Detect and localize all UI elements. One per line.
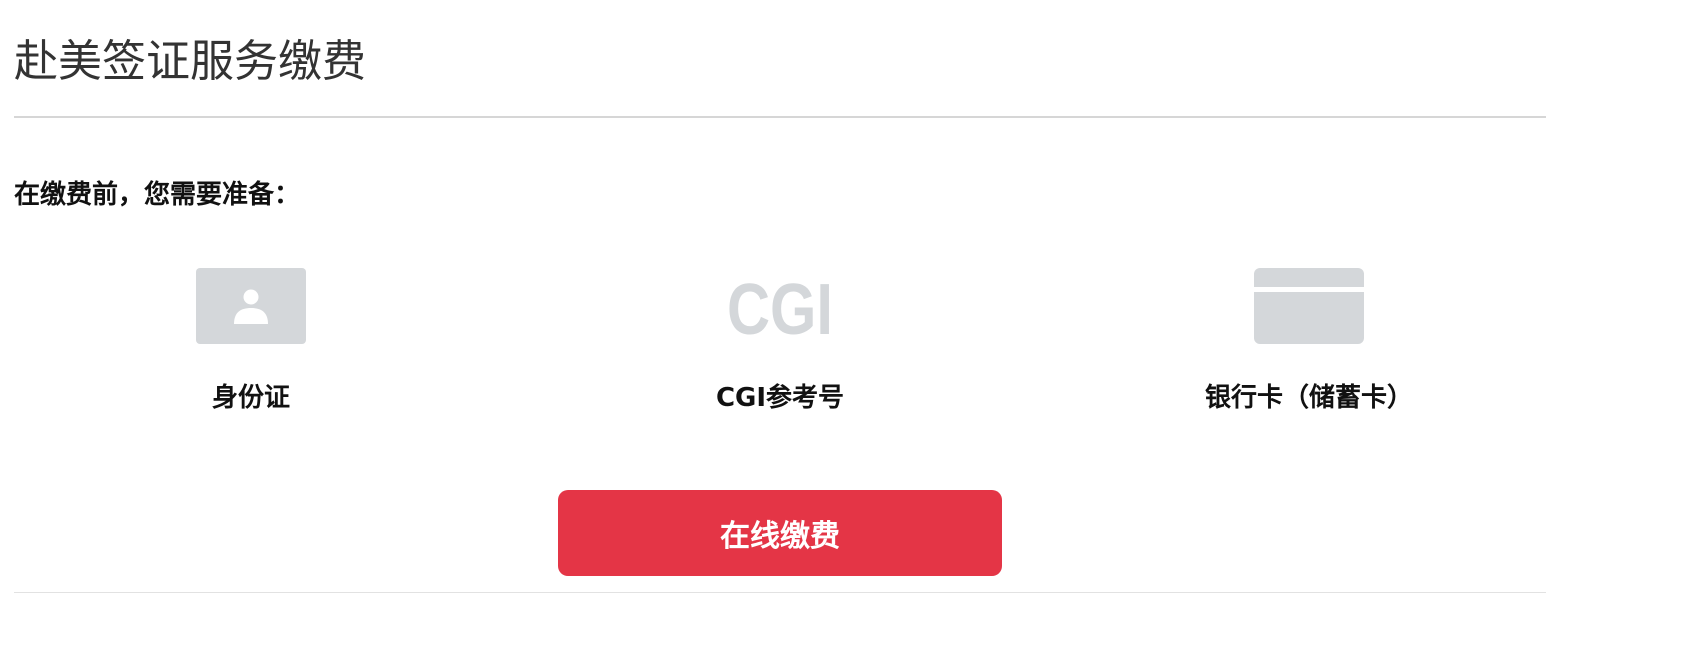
preparation-heading: 在缴费前，您需要准备：: [14, 180, 301, 210]
id-card-icon: [196, 268, 306, 344]
requirement-label: CGI参考号: [715, 383, 845, 413]
bottom-divider: [14, 592, 1546, 593]
requirement-label: 身份证: [211, 383, 290, 413]
visa-payment-page: 赴美签证服务缴费 在缴费前，您需要准备： 身份证 CGI CGI参考号 银行卡（…: [0, 0, 1698, 660]
requirement-id-card: 身份证: [101, 268, 401, 428]
requirement-bank-card: 银行卡（储蓄卡）: [1159, 268, 1459, 428]
pay-online-button[interactable]: 在线缴费: [558, 490, 1002, 576]
requirement-label: 银行卡（储蓄卡）: [1204, 383, 1413, 413]
cgi-icon: CGI: [727, 270, 833, 344]
requirement-cgi-number: CGI CGI参考号: [630, 268, 930, 428]
title-divider: [14, 116, 1546, 118]
bank-card-icon: [1254, 268, 1364, 344]
page-title: 赴美签证服务缴费: [14, 36, 366, 87]
cgi-icon-text: CGI: [727, 270, 833, 344]
